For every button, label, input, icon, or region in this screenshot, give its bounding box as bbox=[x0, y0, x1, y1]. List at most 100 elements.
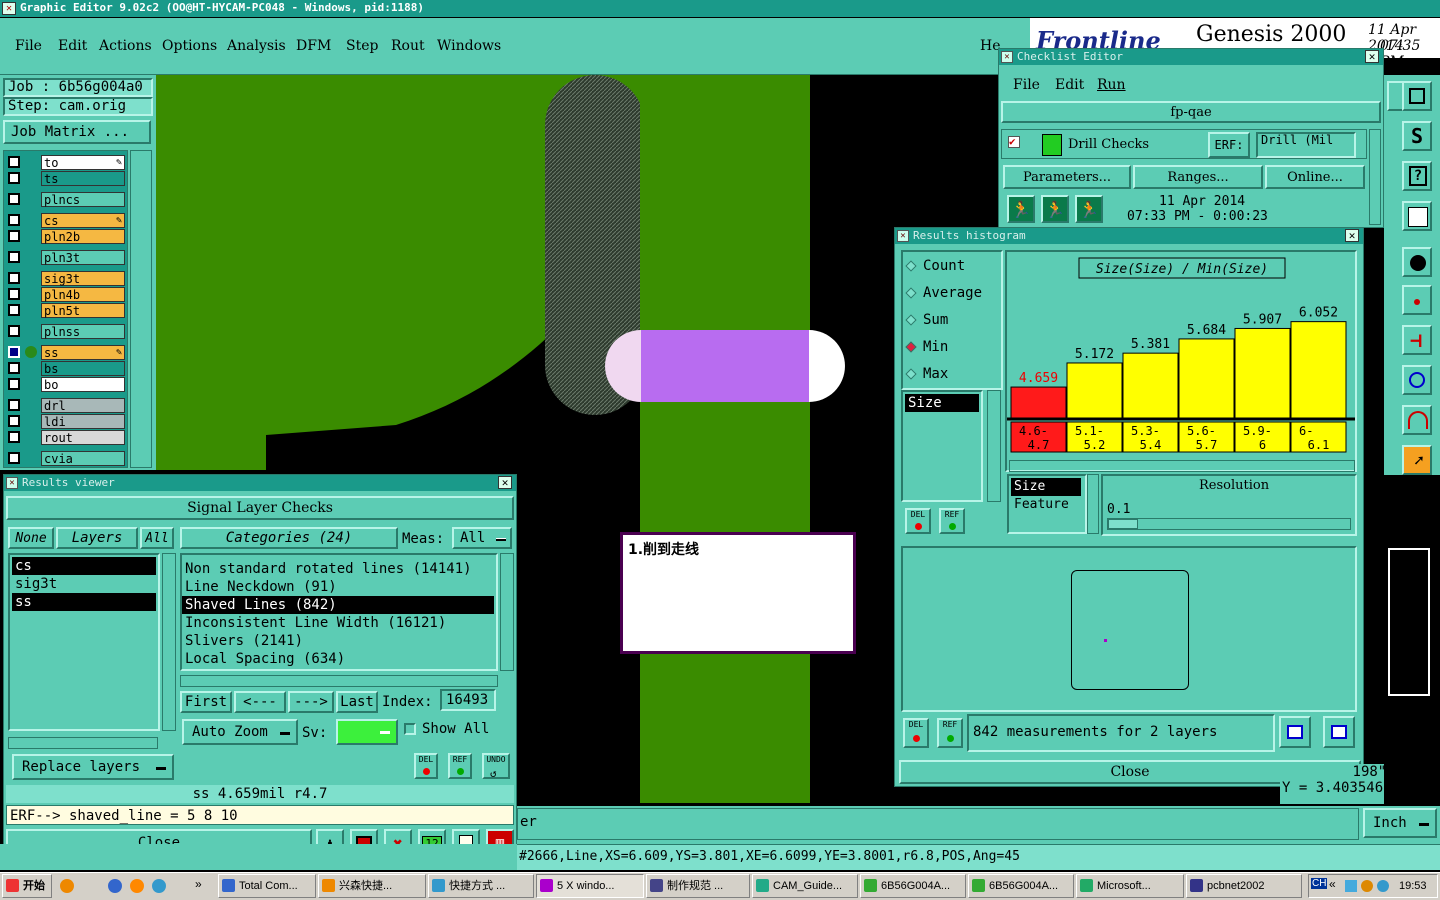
layer-results-list[interactable]: cs sig3t ss bbox=[8, 553, 160, 731]
layer-checkbox[interactable] bbox=[8, 362, 20, 374]
layer-name[interactable]: pln3t bbox=[41, 250, 125, 265]
tool-help-icon[interactable]: ? bbox=[1402, 161, 1432, 191]
hist-tool-1[interactable] bbox=[1279, 716, 1311, 748]
quicklaunch-icon-1[interactable] bbox=[60, 879, 74, 893]
tool-connect-icon[interactable] bbox=[1402, 285, 1432, 315]
del-button[interactable]: DEL bbox=[414, 753, 438, 779]
layer-name[interactable]: plncs bbox=[41, 192, 125, 207]
layer-name[interactable]: bo bbox=[41, 377, 125, 392]
check-checkbox[interactable]: ✔ bbox=[1008, 136, 1020, 148]
menu-options[interactable]: Options bbox=[162, 38, 217, 54]
checklist-menu-run[interactable]: Run bbox=[1097, 77, 1126, 93]
list-item[interactable]: cs bbox=[12, 557, 156, 575]
checklist-menu-edit[interactable]: Edit bbox=[1055, 77, 1084, 93]
hist-ref-top-button[interactable]: REF bbox=[939, 508, 965, 534]
layer-checkbox[interactable] bbox=[8, 193, 20, 205]
meas-dropdown[interactable]: All bbox=[452, 527, 512, 549]
categories-list[interactable]: Non standard rotated lines (14141) Line … bbox=[180, 553, 498, 671]
layer-name[interactable]: cvia bbox=[41, 451, 125, 466]
layer-checkbox[interactable] bbox=[8, 431, 20, 443]
size-feature-list[interactable]: Size Feature bbox=[1007, 474, 1087, 534]
undo-button[interactable]: UNDO ↺ bbox=[482, 753, 510, 779]
layer-row[interactable]: bo bbox=[5, 377, 125, 392]
hist-ref-button[interactable]: REF bbox=[937, 718, 963, 748]
all-layers-button[interactable]: All bbox=[140, 527, 174, 549]
list-item[interactable]: Feature bbox=[1011, 496, 1081, 514]
layer-name[interactable]: ldi bbox=[41, 414, 125, 429]
taskbar-item[interactable]: 兴森快捷... bbox=[318, 874, 426, 898]
tool-shapes-icon[interactable] bbox=[1402, 365, 1432, 395]
taskbar-item[interactable]: 制作规范 ... bbox=[646, 874, 750, 898]
menu-rout[interactable]: Rout bbox=[391, 38, 425, 54]
layer-name[interactable]: rout bbox=[41, 430, 125, 445]
tray-icon-2[interactable] bbox=[1361, 880, 1373, 892]
mode-radio-max[interactable]: Max bbox=[905, 366, 948, 384]
quicklaunch-icon-4[interactable] bbox=[152, 879, 166, 893]
layer-row[interactable]: pln4b bbox=[5, 287, 125, 302]
layer-row[interactable]: plncs bbox=[5, 192, 125, 207]
preview-scrollbar[interactable] bbox=[1369, 546, 1379, 712]
start-button[interactable]: 开始 bbox=[2, 874, 52, 898]
layer-row[interactable]: ss ✎ bbox=[5, 345, 125, 360]
list-item[interactable]: Local Spacing (634) bbox=[182, 650, 494, 668]
taskbar-item[interactable]: 6B56G004A... bbox=[860, 874, 966, 898]
tool-cursor-icon[interactable]: ➚ bbox=[1402, 445, 1432, 475]
layer-checkbox[interactable] bbox=[8, 156, 20, 168]
tool-window-icon[interactable] bbox=[1402, 81, 1432, 111]
mode-radio-count[interactable]: Count bbox=[905, 258, 965, 276]
layer-name[interactable]: pln5t bbox=[41, 303, 125, 318]
menu-file[interactable]: File bbox=[15, 38, 42, 54]
mode-radio-average[interactable]: Average bbox=[905, 285, 982, 303]
first-button[interactable]: First bbox=[180, 691, 232, 713]
layer-scrollbar[interactable] bbox=[130, 150, 152, 468]
tray-icon-3[interactable] bbox=[1377, 880, 1389, 892]
layer-row[interactable]: ts bbox=[5, 171, 125, 186]
layer-checkbox[interactable] bbox=[8, 272, 20, 284]
layer-checkbox[interactable] bbox=[8, 378, 20, 390]
prev-button[interactable]: <--- bbox=[234, 691, 286, 713]
ranges-button[interactable]: Ranges... bbox=[1133, 165, 1263, 189]
taskbar-item[interactable]: pcbnet2002 bbox=[1186, 874, 1302, 898]
last-button[interactable]: Last bbox=[336, 691, 378, 713]
list-item[interactable]: Shaved Lines (842) bbox=[182, 596, 494, 614]
layer-name[interactable]: cs ✎ bbox=[41, 213, 125, 228]
erf-button[interactable]: ERF: bbox=[1208, 132, 1250, 158]
layer-row[interactable]: bs bbox=[5, 361, 125, 376]
next-button[interactable]: ---> bbox=[288, 691, 334, 713]
menu-step[interactable]: Step bbox=[346, 38, 378, 54]
list-item[interactable]: Line Neckdown (91) bbox=[182, 578, 494, 596]
list-item[interactable]: Inconsistent Line Width (16121) bbox=[182, 614, 494, 632]
layer-name[interactable]: ts bbox=[41, 171, 125, 186]
categories-button[interactable]: Categories (24) bbox=[180, 527, 398, 549]
taskbar-item[interactable]: 快捷方式 ... bbox=[428, 874, 534, 898]
layer-name[interactable]: drl bbox=[41, 398, 125, 413]
index-input[interactable]: 16493 bbox=[440, 689, 496, 711]
layer-row[interactable]: pln2b bbox=[5, 229, 125, 244]
run-icon-1[interactable]: 🏃 bbox=[1007, 195, 1035, 223]
layer-checkbox[interactable] bbox=[8, 452, 20, 464]
layer-checkbox[interactable] bbox=[8, 325, 20, 337]
mode-radio-min[interactable]: Min bbox=[905, 339, 948, 357]
show-all-checkbox[interactable] bbox=[404, 723, 416, 735]
checklist-scrollbar[interactable] bbox=[1369, 129, 1381, 225]
tool-route-icon[interactable]: ⊣ bbox=[1402, 325, 1432, 355]
layers-button[interactable]: Layers bbox=[56, 527, 138, 549]
list-item[interactable]: Size bbox=[1011, 478, 1081, 496]
layer-list-hscrollbar[interactable] bbox=[8, 737, 158, 749]
sv-color-dropdown[interactable] bbox=[336, 719, 398, 745]
replace-layers-dropdown[interactable]: Replace layers bbox=[12, 754, 174, 780]
layer-name[interactable]: sig3t bbox=[41, 271, 125, 286]
chart-hscrollbar[interactable] bbox=[1009, 460, 1355, 472]
checklist-menu-file[interactable]: File bbox=[1013, 77, 1040, 93]
quicklaunch-icon-3[interactable] bbox=[130, 879, 144, 893]
quicklaunch-icon-2[interactable] bbox=[108, 879, 122, 893]
menu-edit[interactable]: Edit bbox=[58, 38, 87, 54]
layer-checkbox[interactable] bbox=[8, 251, 20, 263]
chevron-right-icon[interactable]: » bbox=[195, 877, 202, 891]
hist-del-top-button[interactable]: DEL bbox=[905, 508, 931, 534]
ref-button[interactable]: REF bbox=[448, 753, 472, 779]
categories-hscrollbar[interactable] bbox=[180, 675, 498, 687]
layer-checkbox[interactable] bbox=[8, 415, 20, 427]
tray-icon-1[interactable] bbox=[1345, 880, 1357, 892]
layer-row[interactable]: cs ✎ bbox=[5, 213, 125, 228]
